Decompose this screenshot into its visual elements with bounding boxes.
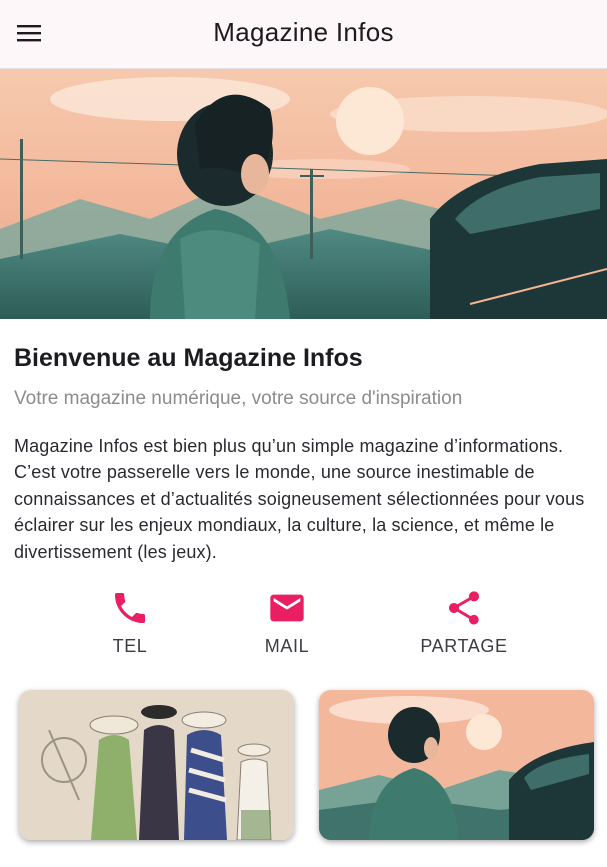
subtitle: Votre magazine numérique, votre source d… (14, 388, 463, 409)
vintage-fashion-image (19, 690, 294, 840)
intro-section: Bienvenue au Magazine Infos Votre magazi… (14, 339, 600, 565)
mail-icon (270, 594, 304, 622)
article-card-2[interactable] (319, 690, 594, 840)
app-title: Magazine Infos (213, 17, 394, 47)
share-button[interactable]: PARTAGE (404, 588, 524, 657)
tel-label: TEL (112, 636, 148, 656)
share-icon (449, 591, 479, 625)
article-card-1[interactable] (19, 690, 294, 840)
phone-icon (115, 593, 145, 623)
headline: Bienvenue au Magazine Infos (14, 344, 363, 372)
anime-boy-sunset-image (319, 690, 594, 840)
hero-image (0, 69, 607, 319)
intro-paragraph: Magazine Infos est bien plus qu’un simpl… (14, 436, 585, 562)
action-row: TEL MAIL PARTAGE (0, 588, 607, 668)
mail-button[interactable]: MAIL (227, 588, 347, 657)
share-label: PARTAGE (420, 636, 508, 656)
mail-label: MAIL (264, 636, 310, 656)
app-bar: Magazine Infos (0, 0, 607, 69)
tel-button[interactable]: TEL (70, 588, 190, 657)
